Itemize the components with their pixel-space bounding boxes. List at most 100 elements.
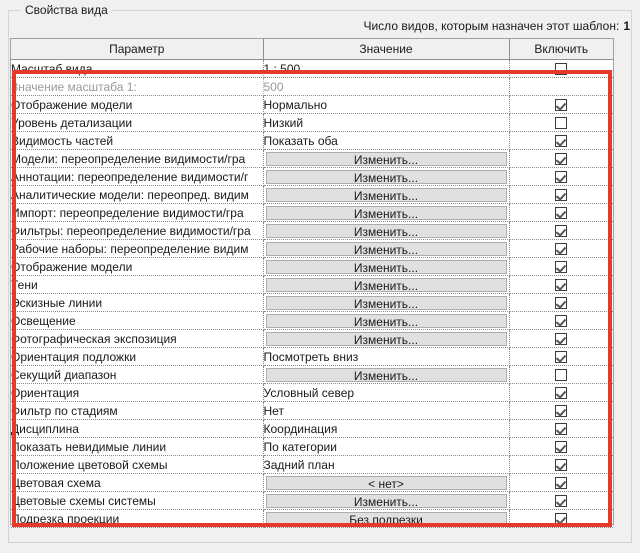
table-row[interactable]: Подрезка проекцииБез подрезки bbox=[11, 510, 613, 528]
value-edit-button[interactable]: Изменить... bbox=[266, 332, 507, 346]
enable-checkbox-checked[interactable] bbox=[555, 441, 567, 453]
table-row[interactable]: Положение цветовой схемыЗадний план bbox=[11, 456, 613, 474]
enable-checkbox-checked[interactable] bbox=[555, 513, 567, 525]
parameter-value-cell[interactable]: Нет bbox=[263, 402, 509, 420]
enable-checkbox-checked[interactable] bbox=[555, 423, 567, 435]
table-row[interactable]: Цветовые схемы системыИзменить... bbox=[11, 492, 613, 510]
table-row[interactable]: Уровень детализацииНизкий bbox=[11, 114, 613, 132]
enable-checkbox-checked[interactable] bbox=[555, 387, 567, 399]
enable-checkbox-checked[interactable] bbox=[555, 333, 567, 345]
enable-cell[interactable] bbox=[509, 258, 613, 276]
table-row[interactable]: ДисциплинаКоординация bbox=[11, 420, 613, 438]
enable-checkbox-checked[interactable] bbox=[555, 99, 567, 111]
parameter-value-cell[interactable]: Изменить... bbox=[263, 186, 509, 204]
enable-checkbox-checked[interactable] bbox=[555, 297, 567, 309]
table-row[interactable]: Модели: переопределение видимости/граИзм… bbox=[11, 150, 613, 168]
value-edit-button[interactable]: Изменить... bbox=[266, 152, 507, 166]
parameter-value-cell[interactable]: Координация bbox=[263, 420, 509, 438]
enable-cell[interactable] bbox=[509, 114, 613, 132]
table-row[interactable]: Фотографическая экспозицияИзменить... bbox=[11, 330, 613, 348]
table-row[interactable]: Показать невидимые линииПо категории bbox=[11, 438, 613, 456]
table-row[interactable]: Фильтр по стадиямНет bbox=[11, 402, 613, 420]
value-edit-button[interactable]: Изменить... bbox=[266, 224, 507, 238]
value-edit-button[interactable]: Без подрезки bbox=[266, 512, 507, 526]
parameter-value-cell[interactable]: Изменить... bbox=[263, 150, 509, 168]
enable-cell[interactable] bbox=[509, 366, 613, 384]
enable-cell[interactable] bbox=[509, 168, 613, 186]
table-row[interactable]: Отображение моделиИзменить... bbox=[11, 258, 613, 276]
column-header-value[interactable]: Значение bbox=[263, 39, 509, 60]
table-row[interactable]: Видимость частейПоказать оба bbox=[11, 132, 613, 150]
parameter-value-cell[interactable]: Изменить... bbox=[263, 312, 509, 330]
parameter-value-cell[interactable]: Изменить... bbox=[263, 240, 509, 258]
value-edit-button[interactable]: Изменить... bbox=[266, 170, 507, 184]
parameter-value-cell[interactable]: По категории bbox=[263, 438, 509, 456]
enable-cell[interactable] bbox=[509, 420, 613, 438]
enable-cell[interactable] bbox=[509, 510, 613, 528]
enable-checkbox-checked[interactable] bbox=[555, 171, 567, 183]
column-header-enable[interactable]: Включить bbox=[509, 39, 613, 60]
value-edit-button[interactable]: Изменить... bbox=[266, 188, 507, 202]
table-row[interactable]: ОсвещениеИзменить... bbox=[11, 312, 613, 330]
enable-cell[interactable] bbox=[509, 132, 613, 150]
parameter-value-cell[interactable]: Изменить... bbox=[263, 294, 509, 312]
enable-cell[interactable] bbox=[509, 150, 613, 168]
enable-checkbox-checked[interactable] bbox=[555, 459, 567, 471]
parameter-value-cell[interactable]: Нормально bbox=[263, 96, 509, 114]
enable-checkbox-checked[interactable] bbox=[555, 279, 567, 291]
table-row[interactable]: ТениИзменить... bbox=[11, 276, 613, 294]
parameter-value-cell[interactable]: Изменить... bbox=[263, 204, 509, 222]
parameter-value-cell[interactable]: < нет> bbox=[263, 474, 509, 492]
parameter-value-cell[interactable]: Изменить... bbox=[263, 168, 509, 186]
parameter-value-cell[interactable]: 500 bbox=[263, 78, 509, 96]
enable-checkbox-checked[interactable] bbox=[555, 189, 567, 201]
enable-cell[interactable] bbox=[509, 96, 613, 114]
enable-cell[interactable] bbox=[509, 204, 613, 222]
table-row[interactable]: Масштаб вида1 : 500 bbox=[11, 60, 613, 78]
parameter-value-cell[interactable]: Условный север bbox=[263, 384, 509, 402]
parameter-value-cell[interactable]: Без подрезки bbox=[263, 510, 509, 528]
enable-checkbox-checked[interactable] bbox=[555, 243, 567, 255]
enable-checkbox-checked[interactable] bbox=[555, 225, 567, 237]
value-edit-button[interactable]: Изменить... bbox=[266, 314, 507, 328]
enable-cell[interactable] bbox=[509, 240, 613, 258]
enable-checkbox-checked[interactable] bbox=[555, 153, 567, 165]
table-row[interactable]: Импорт: переопределение видимости/граИзм… bbox=[11, 204, 613, 222]
enable-cell[interactable] bbox=[509, 348, 613, 366]
enable-cell[interactable] bbox=[509, 474, 613, 492]
value-edit-button[interactable]: Изменить... bbox=[266, 368, 507, 382]
enable-cell[interactable] bbox=[509, 402, 613, 420]
parameter-value-cell[interactable]: Показать оба bbox=[263, 132, 509, 150]
parameter-value-cell[interactable]: Изменить... bbox=[263, 258, 509, 276]
enable-checkbox-checked[interactable] bbox=[555, 261, 567, 273]
enable-checkbox-checked[interactable] bbox=[555, 315, 567, 327]
enable-cell[interactable] bbox=[509, 222, 613, 240]
table-row[interactable]: Цветовая схема< нет> bbox=[11, 474, 613, 492]
parameter-value-cell[interactable]: Изменить... bbox=[263, 276, 509, 294]
enable-cell[interactable] bbox=[509, 384, 613, 402]
value-edit-button[interactable]: < нет> bbox=[266, 476, 507, 490]
enable-cell[interactable] bbox=[509, 294, 613, 312]
table-row[interactable]: Аннотации: переопределение видимости/гИз… bbox=[11, 168, 613, 186]
parameter-value-cell[interactable]: Изменить... bbox=[263, 492, 509, 510]
parameter-value-cell[interactable]: Посмотреть вниз bbox=[263, 348, 509, 366]
parameter-value-cell[interactable]: Низкий bbox=[263, 114, 509, 132]
value-edit-button[interactable]: Изменить... bbox=[266, 494, 507, 508]
table-row[interactable]: Фильтры: переопределение видимости/граИз… bbox=[11, 222, 613, 240]
parameter-value-cell[interactable]: 1 : 500 bbox=[263, 60, 509, 78]
enable-cell[interactable] bbox=[509, 186, 613, 204]
parameter-value-cell[interactable]: Изменить... bbox=[263, 366, 509, 384]
table-row[interactable]: ОриентацияУсловный север bbox=[11, 384, 613, 402]
parameter-value-cell[interactable]: Изменить... bbox=[263, 330, 509, 348]
table-row[interactable]: Отображение моделиНормально bbox=[11, 96, 613, 114]
enable-checkbox-checked[interactable] bbox=[555, 477, 567, 489]
table-row[interactable]: Аналитические модели: переопред. видимИз… bbox=[11, 186, 613, 204]
table-row[interactable]: Секущий диапазонИзменить... bbox=[11, 366, 613, 384]
parameter-value-cell[interactable]: Задний план bbox=[263, 456, 509, 474]
enable-cell[interactable] bbox=[509, 456, 613, 474]
enable-cell[interactable] bbox=[509, 60, 613, 78]
enable-checkbox-checked[interactable] bbox=[555, 405, 567, 417]
enable-checkbox-unchecked[interactable] bbox=[555, 369, 567, 381]
value-edit-button[interactable]: Изменить... bbox=[266, 260, 507, 274]
enable-cell[interactable] bbox=[509, 312, 613, 330]
